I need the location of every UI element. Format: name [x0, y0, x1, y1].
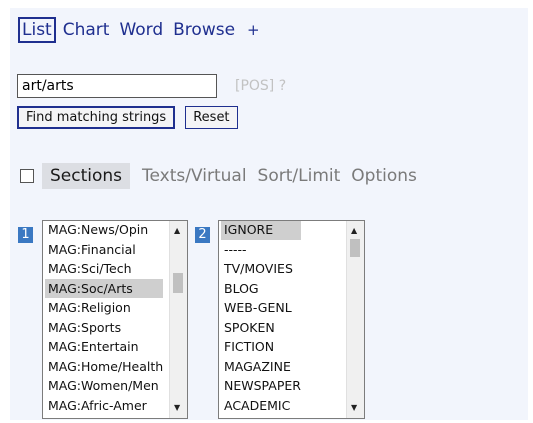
- options-row: Sections Texts/Virtual Sort/Limit Option…: [20, 163, 428, 189]
- list-item[interactable]: -----: [221, 240, 301, 260]
- tab-browse[interactable]: Browse: [173, 20, 235, 40]
- tab-sections[interactable]: Sections: [42, 163, 131, 189]
- tab-chart[interactable]: Chart: [63, 20, 110, 40]
- button-row: Find matching strings Reset: [17, 106, 248, 129]
- scroll-down-icon[interactable]: ▼: [174, 404, 180, 412]
- list-item[interactable]: MAG:Soc/Arts: [45, 278, 164, 298]
- list-item[interactable]: MAG:Sports: [45, 318, 163, 338]
- section-1-listbox[interactable]: MAG:News/Opin MAG:Financial MAG:Sci/Tech MA…: [42, 220, 188, 419]
- tab-list[interactable]: List: [18, 17, 56, 43]
- scroll-thumb[interactable]: [173, 273, 183, 293]
- tab-options[interactable]: Options: [351, 166, 417, 186]
- section-1-badge: 1: [18, 227, 33, 243]
- pos-hint-link[interactable]: [POS] ?: [235, 78, 286, 94]
- query-row: [POS] ?: [17, 74, 286, 98]
- section-2-scrollbar[interactable]: ▲ ▼: [346, 221, 364, 418]
- list-item[interactable]: TV/MOVIES: [221, 259, 301, 279]
- nav-tabs: List Chart Word Browse +: [18, 17, 260, 43]
- list-item[interactable]: MAG:Afric-Amer: [45, 396, 163, 416]
- sections-checkbox[interactable]: [20, 169, 34, 183]
- list-item[interactable]: MAG:Entertain: [45, 337, 163, 357]
- list-item[interactable]: FICTION: [221, 337, 301, 357]
- scroll-down-icon[interactable]: ▼: [351, 404, 357, 412]
- list-item[interactable]: MAG:Women/Men: [45, 376, 163, 396]
- search-input[interactable]: [17, 74, 217, 98]
- list-item[interactable]: BLOG: [221, 279, 301, 299]
- section-2-listbox[interactable]: IGNORE ----- TV/MOVIES BLOG WEB-GENL SPOKEN FI…: [218, 220, 365, 419]
- list-item[interactable]: MAG:News/Opin: [45, 221, 163, 240]
- reset-button[interactable]: Reset: [185, 106, 238, 129]
- list-item[interactable]: WEB-GENL: [221, 298, 301, 318]
- scroll-up-icon[interactable]: ▲: [174, 227, 180, 235]
- list-item[interactable]: MAG:Sci/Tech: [45, 259, 163, 279]
- list-item[interactable]: SPOKEN: [221, 318, 301, 338]
- tab-texts-virtual[interactable]: Texts/Virtual: [142, 166, 247, 186]
- list-item[interactable]: MAGAZINE: [221, 357, 301, 377]
- list-item[interactable]: MAG:Children: [45, 415, 163, 418]
- list-item[interactable]: IGNORE: [221, 221, 301, 240]
- list-item[interactable]: MAG:Home/Health: [45, 357, 163, 377]
- section-1-list: MAG:News/Opin MAG:Financial MAG:Sci/Tech MA…: [45, 221, 164, 418]
- tab-sort-limit[interactable]: Sort/Limit: [258, 166, 341, 186]
- list-item[interactable]: ACADEMIC: [221, 396, 301, 416]
- tab-word[interactable]: Word: [119, 20, 163, 40]
- add-tab-button[interactable]: +: [247, 21, 260, 39]
- find-matching-strings-button[interactable]: Find matching strings: [17, 106, 176, 129]
- scroll-up-icon[interactable]: ▲: [351, 227, 357, 235]
- section-2-badge: 2: [195, 227, 210, 243]
- section-1-scrollbar[interactable]: ▲ ▼: [169, 221, 187, 418]
- search-panel: List Chart Word Browse + [POS] ? Find ma…: [10, 8, 528, 420]
- list-item[interactable]: MAG:Financial: [45, 240, 163, 260]
- scroll-thumb[interactable]: [350, 239, 360, 257]
- section-2-list: IGNORE ----- TV/MOVIES BLOG WEB-GENL SPOKEN FI…: [221, 221, 301, 416]
- list-item[interactable]: MAG:Religion: [45, 298, 163, 318]
- list-item[interactable]: NEWSPAPER: [221, 376, 301, 396]
